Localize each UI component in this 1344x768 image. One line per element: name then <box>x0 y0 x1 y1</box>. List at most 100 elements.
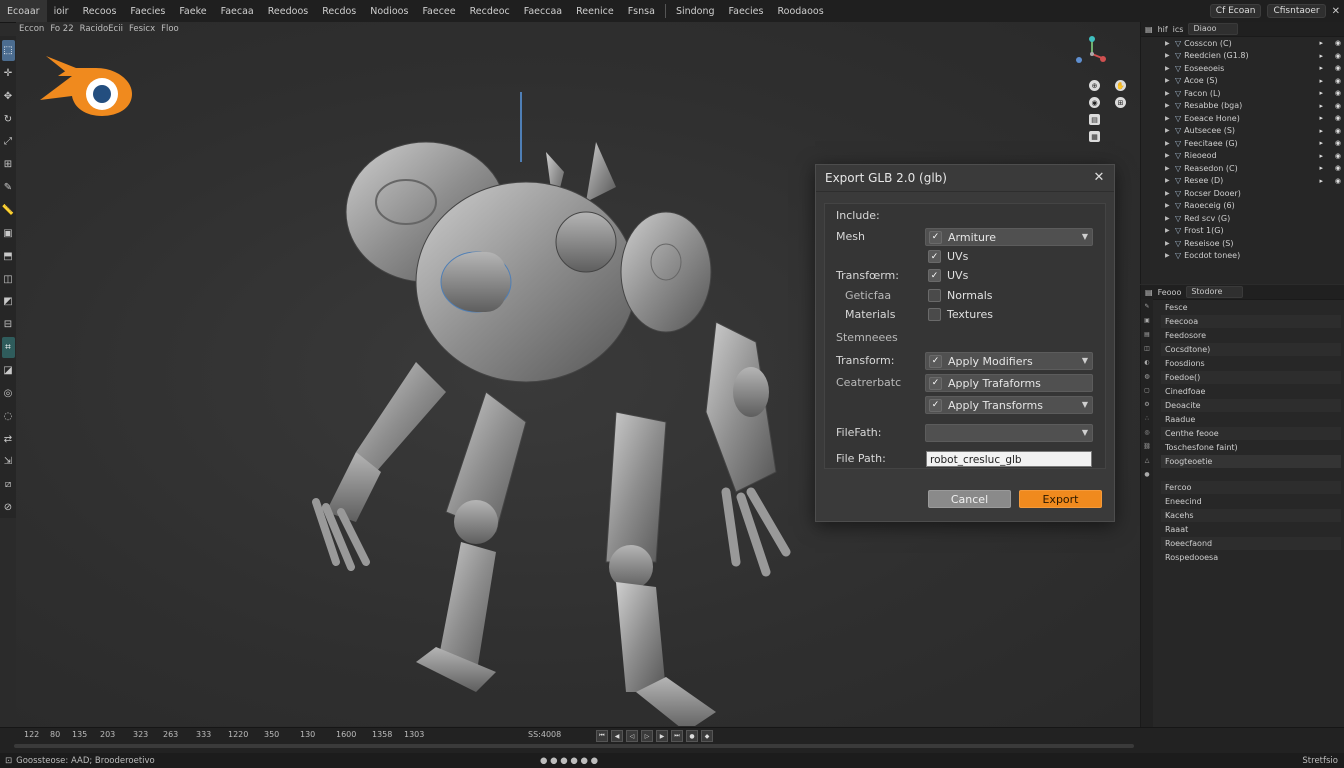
outliner-row[interactable]: ▶ ▽ Resabbe (bga) ▸ ◉ <box>1141 100 1344 113</box>
scene-tab-icon[interactable]: ◐ <box>1141 355 1153 369</box>
add-cube-icon[interactable]: ▣ <box>2 223 15 244</box>
expand-arrow-icon[interactable]: ▶ <box>1165 190 1170 197</box>
view-layer-tab-icon[interactable]: ◫ <box>1141 341 1153 355</box>
rotate-icon[interactable]: ↻ <box>2 109 15 130</box>
visibility-icon[interactable]: ◉ <box>1335 127 1341 135</box>
apply-modifiers-dropdown[interactable]: ✓ Apply Modifiers ▼ <box>925 352 1093 370</box>
property-row[interactable]: Kacehs <box>1161 509 1341 522</box>
property-row[interactable]: Cinedfoae <box>1161 385 1341 398</box>
expand-arrow-icon[interactable]: ▶ <box>1165 77 1170 84</box>
move-icon[interactable]: ✥ <box>2 86 15 107</box>
smooth-icon[interactable]: ◌ <box>2 406 15 427</box>
menu-item-1[interactable]: Ecoaar <box>0 0 47 22</box>
property-row[interactable]: Toschesfone faint) <box>1161 441 1341 454</box>
camera-view-icon[interactable]: ◉ <box>1089 97 1100 108</box>
world-tab-icon[interactable]: ◍ <box>1141 369 1153 383</box>
expand-arrow-icon[interactable]: ▶ <box>1165 40 1170 47</box>
measure-icon[interactable]: 📏 <box>2 200 15 221</box>
expand-arrow-icon[interactable]: ▶ <box>1165 152 1170 159</box>
menu-item-4[interactable]: Faecies <box>123 0 172 22</box>
menu-item-12[interactable]: Faeccaa <box>517 0 569 22</box>
render-tab-icon[interactable]: ▣ <box>1141 313 1153 327</box>
outliner-row[interactable]: ▶ ▽ Rocser Dooer) <box>1141 187 1344 200</box>
menu-item-7[interactable]: Reedoos <box>261 0 315 22</box>
inset-icon[interactable]: ◫ <box>2 269 15 290</box>
expand-arrow-icon[interactable]: ▶ <box>1165 52 1170 59</box>
property-row[interactable]: Cocsdtone) <box>1161 343 1341 356</box>
outliner-row[interactable]: ▶ ▽ Facon (L) ▸ ◉ <box>1141 87 1344 100</box>
visibility-icon[interactable]: ◉ <box>1335 52 1341 60</box>
properties-tab-label[interactable]: Feooo <box>1158 288 1182 297</box>
outliner-row[interactable]: ▶ ▽ Eocdot tonee) <box>1141 250 1344 263</box>
data-tab-icon[interactable]: △ <box>1141 453 1153 467</box>
expand-arrow-icon[interactable]: ▶ <box>1165 102 1170 109</box>
scene-selector[interactable]: Cf Ecoan <box>1209 4 1262 18</box>
property-row[interactable]: Raadue <box>1161 413 1341 426</box>
outliner-row[interactable]: ▶ ▽ Reasedon (C) ▸ ◉ <box>1141 162 1344 175</box>
jump-end-icon[interactable]: ⏭ <box>671 730 683 742</box>
expand-arrow-icon[interactable]: ▶ <box>1165 127 1170 134</box>
expand-arrow-icon[interactable]: ▶ <box>1165 90 1170 97</box>
bevel-icon[interactable]: ◩ <box>2 291 15 312</box>
spin-icon[interactable]: ◎ <box>2 383 15 404</box>
pan-hand-icon[interactable]: ✋ <box>1115 80 1126 91</box>
view-grid-icon[interactable]: ▦ <box>1089 131 1100 142</box>
properties-mode-icon[interactable]: ▤ <box>1145 288 1153 297</box>
record-icon[interactable]: ● <box>686 730 698 742</box>
restrict-select-icon[interactable]: ▸ <box>1319 177 1323 185</box>
transform-icon[interactable]: ⊞ <box>2 154 15 175</box>
property-row[interactable]: Feecooa <box>1161 315 1341 328</box>
cursor-icon[interactable]: ✛ <box>2 63 15 84</box>
menu-item-11[interactable]: Recdeoc <box>463 0 517 22</box>
next-key-icon[interactable]: ▶ <box>656 730 668 742</box>
outliner-row[interactable]: ▶ ▽ Resee (D) ▸ ◉ <box>1141 175 1344 188</box>
outliner-row[interactable]: ▶ ▽ Autsecee (S) ▸ ◉ <box>1141 125 1344 138</box>
normals-option[interactable]: Normals <box>925 289 993 302</box>
knife-icon[interactable]: ⌗ <box>1 337 15 359</box>
mesh-dropdown[interactable]: ✓ Armiture ▼ <box>925 228 1093 246</box>
expand-arrow-icon[interactable]: ▶ <box>1165 227 1170 234</box>
menu-item-6[interactable]: Faecaa <box>214 0 261 22</box>
expand-arrow-icon[interactable]: ▶ <box>1165 252 1170 259</box>
timeline-scrubber[interactable] <box>14 744 1134 748</box>
visibility-icon[interactable]: ◉ <box>1335 139 1341 147</box>
outliner-row[interactable]: ▶ ▽ Feecitaee (G) ▸ ◉ <box>1141 137 1344 150</box>
outliner-row[interactable]: ▶ ▽ Raoeceig (6) <box>1141 200 1344 213</box>
expand-arrow-icon[interactable]: ▶ <box>1165 140 1170 147</box>
close-icon[interactable]: ✕ <box>1091 169 1107 185</box>
window-close-icon[interactable]: ✕ <box>1332 6 1340 17</box>
outliner-row[interactable]: ▶ ▽ Reseisoe (S) <box>1141 237 1344 250</box>
loop-cut-icon[interactable]: ⊟ <box>2 314 15 335</box>
property-row[interactable]: Fesce <box>1161 301 1341 314</box>
shear-icon[interactable]: ⧄ <box>2 474 15 495</box>
menu-item-15[interactable]: Sindong <box>669 0 722 22</box>
expand-arrow-icon[interactable]: ▶ <box>1165 115 1170 122</box>
filepath-input[interactable]: robot_cresluc_glb <box>926 451 1092 467</box>
output-tab-icon[interactable]: ▤ <box>1141 327 1153 341</box>
menu-item-17[interactable]: Roodaoos <box>770 0 830 22</box>
restrict-select-icon[interactable]: ▸ <box>1319 39 1323 47</box>
edge-slide-icon[interactable]: ⇄ <box>2 429 15 450</box>
restrict-select-icon[interactable]: ▸ <box>1319 52 1323 60</box>
expand-arrow-icon[interactable]: ▶ <box>1165 215 1170 222</box>
shrink-icon[interactable]: ⇲ <box>2 451 15 472</box>
annotate-icon[interactable]: ✎ <box>2 177 15 198</box>
physics-tab-icon[interactable]: ◎ <box>1141 425 1153 439</box>
menu-item-5[interactable]: Faeke <box>172 0 213 22</box>
apply-trafaforms-checkbox[interactable]: ✓ <box>929 376 942 390</box>
expand-arrow-icon[interactable]: ▶ <box>1165 177 1170 184</box>
outliner-row[interactable]: ▶ ▽ Red scv (G) <box>1141 212 1344 225</box>
menu-item-9[interactable]: Nodioos <box>363 0 415 22</box>
viewport-header-item-4[interactable]: Fesicx <box>129 24 155 34</box>
visibility-icon[interactable]: ◉ <box>1335 77 1341 85</box>
outliner-row[interactable]: ▶ ▽ Rieoeod ▸ ◉ <box>1141 150 1344 163</box>
apply-transforms-dropdown[interactable]: ✓ Apply Transforms ▼ <box>925 396 1093 414</box>
menu-item-16[interactable]: Faecies <box>722 0 771 22</box>
zoom-icon[interactable]: ⊕ <box>1089 80 1100 91</box>
property-row[interactable]: Rospedooesa <box>1161 551 1341 564</box>
property-row[interactable]: Eneecind <box>1161 495 1341 508</box>
navigation-gizmo[interactable] <box>1074 34 1134 144</box>
menu-item-13[interactable]: Reenice <box>569 0 621 22</box>
extrude-icon[interactable]: ⬒ <box>2 246 15 267</box>
particles-tab-icon[interactable]: ∴ <box>1141 411 1153 425</box>
